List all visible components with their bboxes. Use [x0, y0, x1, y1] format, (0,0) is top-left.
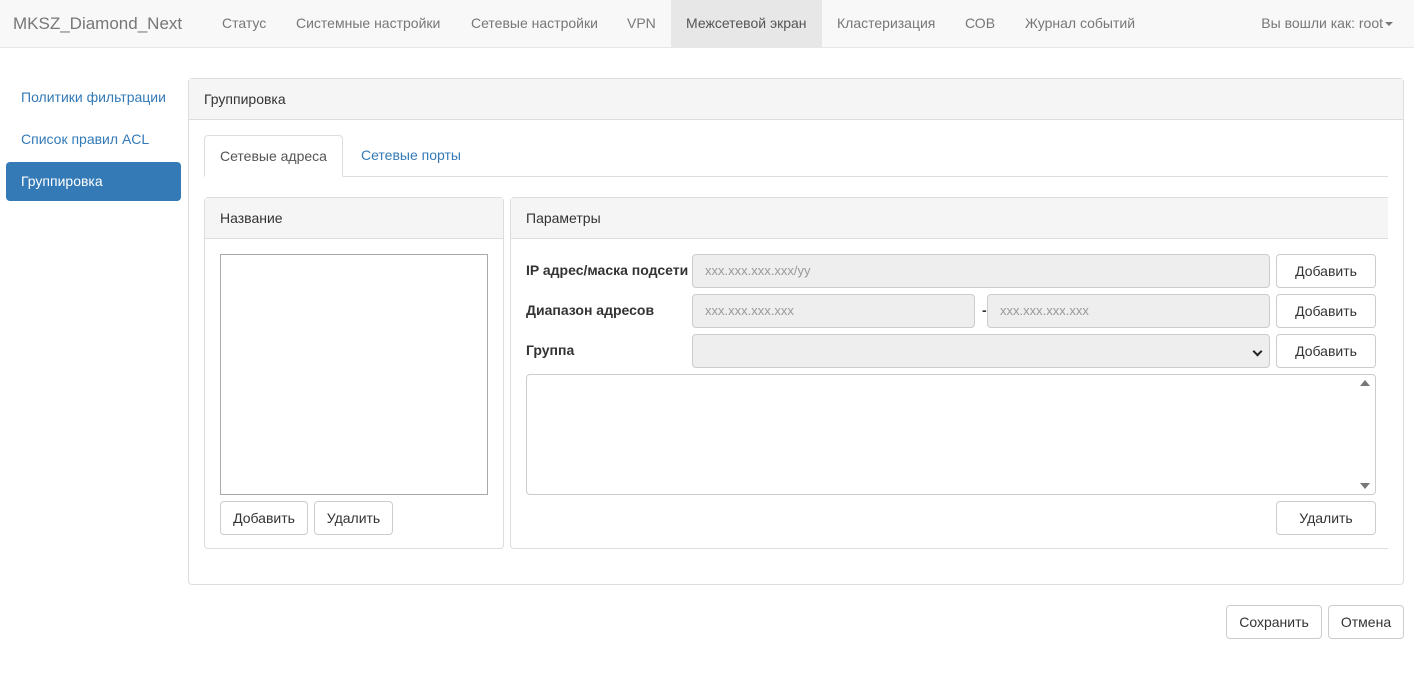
- range-separator: -: [982, 302, 987, 318]
- user-menu[interactable]: Вы вошли как: root: [1261, 0, 1393, 47]
- nav-item-clustering[interactable]: Кластеризация: [822, 0, 950, 47]
- cancel-button[interactable]: Отмена: [1328, 605, 1404, 639]
- caret-down-icon: [1385, 22, 1393, 27]
- group-members-list[interactable]: [526, 374, 1376, 495]
- nav-item-ids[interactable]: СОВ: [950, 0, 1010, 47]
- top-navbar: MKSZ_Diamond_Next Статус Системные настр…: [0, 0, 1414, 48]
- sidebar-item-filter-policies[interactable]: Политики фильтрации: [6, 78, 181, 117]
- chevron-down-icon: [1252, 346, 1263, 357]
- nav-item-event-log[interactable]: Журнал событий: [1010, 0, 1150, 47]
- name-panel-title: Название: [205, 198, 503, 239]
- nav-item-network-settings[interactable]: Сетевые настройки: [456, 0, 613, 47]
- address-range-label: Диапазон адресов: [526, 302, 655, 318]
- parameters-panel-title: Параметры: [511, 198, 1388, 239]
- range-end-input[interactable]: xxx.xxx.xxx.xxx: [987, 294, 1270, 328]
- nav-item-vpn[interactable]: VPN: [612, 0, 671, 47]
- delete-group-button[interactable]: Удалить: [314, 501, 393, 535]
- save-button[interactable]: Сохранить: [1226, 605, 1322, 639]
- ip-mask-label: IP адрес/маска подсети: [526, 262, 689, 278]
- grouping-panel-title: Группировка: [189, 79, 1403, 120]
- group-names-list[interactable]: [220, 254, 488, 495]
- add-ip-button[interactable]: Добавить: [1276, 254, 1376, 288]
- range-start-input[interactable]: xxx.xxx.xxx.xxx: [692, 294, 975, 328]
- nav-item-firewall[interactable]: Межсетевой экран: [671, 0, 822, 47]
- sidebar-item-acl-rules[interactable]: Список правил ACL: [6, 120, 181, 159]
- add-subgroup-button[interactable]: Добавить: [1276, 334, 1376, 368]
- add-group-button[interactable]: Добавить: [220, 501, 308, 535]
- nav-item-system-settings[interactable]: Системные настройки: [281, 0, 455, 47]
- nav-item-status[interactable]: Статус: [207, 0, 281, 47]
- sidebar-item-grouping[interactable]: Группировка: [6, 162, 181, 201]
- brand-title[interactable]: MKSZ_Diamond_Next: [13, 14, 182, 34]
- delete-member-button[interactable]: Удалить: [1276, 501, 1376, 535]
- add-range-button[interactable]: Добавить: [1276, 294, 1376, 328]
- tab-network-ports[interactable]: Сетевые порты: [346, 135, 476, 177]
- scroll-down-icon[interactable]: [1360, 483, 1370, 489]
- user-menu-label: Вы вошли как: root: [1261, 15, 1383, 31]
- group-select[interactable]: [692, 334, 1270, 368]
- tab-network-addresses[interactable]: Сетевые адреса: [204, 135, 343, 177]
- parameters-panel: Параметры: [510, 197, 1388, 549]
- scroll-up-icon[interactable]: [1360, 380, 1370, 386]
- ip-mask-input[interactable]: xxx.xxx.xxx.xxx/yy: [692, 254, 1270, 288]
- group-label: Группа: [526, 342, 575, 358]
